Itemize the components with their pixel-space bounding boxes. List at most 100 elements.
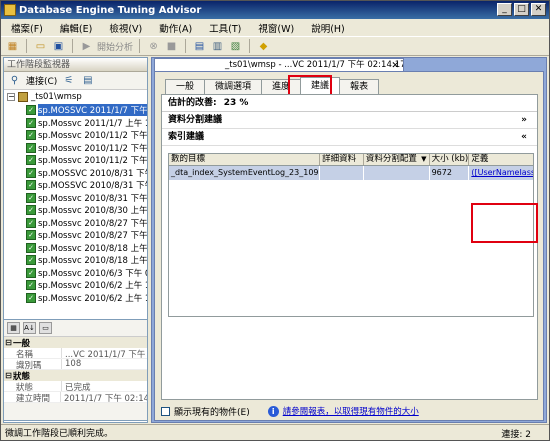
document-tab[interactable]: _ts01\wmsp - ...VC 2011/1/7 下午 02:14:17 …: [154, 58, 404, 71]
close-button[interactable]: ✕: [531, 3, 546, 16]
category-general[interactable]: ⊟ 一般: [4, 337, 147, 349]
window-title: Database Engine Tuning Advisor: [19, 4, 202, 16]
show-existing-checkbox[interactable]: [161, 406, 170, 416]
app-window: Database Engine Tuning Advisor _ □ ✕ 檔案(…: [0, 0, 550, 441]
tab-tuning-options[interactable]: 微調選項: [204, 79, 263, 94]
open-file-icon[interactable]: ▭: [33, 39, 48, 53]
property-row[interactable]: 建立時間 2011/1/7 下午 02:14: [4, 392, 147, 404]
property-row[interactable]: 狀態 已完成: [4, 381, 147, 393]
column-partition-scheme[interactable]: 資料分割配置 ▼: [364, 154, 430, 165]
property-pages-icon[interactable]: ▭: [39, 322, 52, 334]
collapse-icon[interactable]: ⊟: [4, 371, 13, 380]
column-size[interactable]: 大小 (kb): [430, 154, 470, 165]
collapse-icon[interactable]: −: [7, 93, 15, 101]
chevron-up-icon[interactable]: «: [521, 129, 527, 146]
toolbar-separator: [26, 39, 27, 53]
menu-window[interactable]: 視窗(W): [258, 21, 294, 35]
session-list: ✓ sp.MOSSVC 2011/1/7 下午 0 ✓ sp.Mossvc 2011…: [4, 104, 147, 304]
menu-action[interactable]: 動作(A): [159, 21, 192, 35]
connection-count: 連接: 2: [501, 430, 531, 440]
save-icon[interactable]: ▣: [51, 39, 66, 53]
session-item[interactable]: ✓sp.Mossvc 2010/8/31 下午 03:: [4, 192, 147, 205]
app-icon: [4, 4, 16, 16]
session-item[interactable]: ✓ sp.MOSSVC 2010/8/31 下午 (: [4, 167, 147, 180]
session-item[interactable]: ✓sp.Mossvc 2010/8/30 上午 03:: [4, 204, 147, 217]
cell-target: _dta_index_SystemEventLog_23_1098578934_…: [169, 166, 321, 180]
column-definition[interactable]: 定義: [469, 154, 533, 165]
connect-button[interactable]: 連接(C): [26, 74, 57, 87]
completed-check-icon: ✓: [26, 130, 36, 141]
server-label: _ts01\wmsp: [31, 92, 82, 102]
play-icon[interactable]: ▶: [79, 39, 94, 53]
session-item[interactable]: ✓sp.Mossvc 2010/11/2 下午 03:: [4, 154, 147, 167]
session-item[interactable]: ✓sp.Mossvc 2011/1/7 上午 11:4: [4, 117, 147, 130]
stop-icon[interactable]: ⊗: [146, 39, 161, 53]
show-existing-label: 顯示現有的物件(E): [174, 407, 250, 418]
session-item[interactable]: ✓sp.Mossvc 2010/11/2 下午 03:: [4, 129, 147, 142]
refresh-icon[interactable]: ▤: [80, 74, 95, 88]
category-status[interactable]: ⊟ 狀態: [4, 370, 147, 382]
session-item[interactable]: ✓ sp.MOSSVC 2011/1/7 下午 0: [4, 104, 147, 117]
table-row[interactable]: _dta_index_SystemEventLog_23_1098578934_…: [169, 166, 533, 180]
session-item[interactable]: ✓sp.Mossvc 2010/11/2 下午 03:: [4, 142, 147, 155]
completed-check-icon: ✓: [26, 230, 36, 241]
session-item[interactable]: ✓sp.Mossvc 2010/6/2 上午 11:3: [4, 292, 147, 305]
completed-check-icon: ✓: [26, 205, 36, 216]
monitor-icon[interactable]: ▤: [192, 39, 207, 53]
cell-details: [320, 166, 364, 180]
session-item[interactable]: ✓ sp.MOSSVC 2010/8/31 下午 (: [4, 179, 147, 192]
properties-icon[interactable]: ▥: [210, 39, 225, 53]
sort-down-icon: ▼: [421, 155, 427, 163]
session-item[interactable]: ✓sp.Mossvc 2010/8/27 下午 07:: [4, 229, 147, 242]
completed-check-icon: ✓: [26, 267, 36, 278]
maximize-button[interactable]: □: [514, 3, 529, 16]
partition-recommendations-header[interactable]: 資料分割建議 »: [162, 112, 537, 129]
properties-panel: ▦ A↓ ▭ ⊟ 一般 名稱 ...VC 2011/1/7 下午 識別碼 108 ⊟ 狀…: [3, 319, 148, 421]
session-item[interactable]: ✓sp.Mossvc 2010/8/27 下午 07:: [4, 217, 147, 230]
disconnect-icon[interactable]: ⚟: [61, 74, 76, 88]
categorized-icon[interactable]: ▦: [7, 322, 20, 334]
column-details[interactable]: 詳細資料: [320, 154, 364, 165]
tab-reports[interactable]: 報表: [339, 79, 380, 94]
property-row[interactable]: 名稱 ...VC 2011/1/7 下午: [4, 348, 147, 360]
connect-icon[interactable]: ⚲: [7, 74, 22, 88]
completed-check-icon: ✓: [26, 117, 36, 128]
minimize-button[interactable]: _: [497, 3, 512, 16]
options-icon[interactable]: ▧: [228, 39, 243, 53]
session-item[interactable]: ✓sp.Mossvc 2010/8/18 上午 11:: [4, 254, 147, 267]
start-analysis-button[interactable]: 開始分析: [97, 40, 133, 53]
info-icon: i: [267, 405, 279, 417]
column-target[interactable]: 數的目標: [169, 154, 321, 165]
completed-check-icon: ✓: [26, 192, 36, 203]
tab-general[interactable]: 一般: [165, 79, 206, 94]
menu-view[interactable]: 檢視(V): [109, 21, 142, 35]
collapse-icon[interactable]: ⊟: [4, 338, 13, 347]
toolbar-separator: [249, 39, 251, 53]
chevron-down-icon[interactable]: »: [521, 112, 527, 129]
help-icon[interactable]: ◆: [256, 39, 271, 53]
tab-strip: 一般 微調選項 進度 建議 報表: [165, 77, 380, 94]
menu-help[interactable]: 說明(H): [311, 21, 345, 35]
menu-tools[interactable]: 工具(T): [209, 21, 241, 35]
status-text: 微調工作階段已順利完成。: [5, 429, 114, 439]
tree-root[interactable]: − _ts01\wmsp: [4, 90, 147, 104]
index-recommendations-header[interactable]: 索引建議 «: [162, 129, 537, 146]
new-session-icon[interactable]: ▦: [5, 39, 20, 53]
session-item[interactable]: ✓sp.Mossvc 2010/6/2 上午 11:5: [4, 279, 147, 292]
status-bar: 微調工作階段已順利完成。 連接: 2: [1, 424, 549, 440]
report-link[interactable]: 請參閱報表，以取得現有物件的大小: [283, 405, 419, 417]
session-item[interactable]: ✓sp.Mossvc 2010/8/18 上午 11:: [4, 242, 147, 255]
cell-size: 9672: [430, 166, 470, 180]
completed-check-icon: ✓: [26, 280, 36, 291]
stop-disabled-icon[interactable]: ■: [164, 39, 179, 53]
property-row[interactable]: 識別碼 108: [4, 359, 147, 371]
session-item[interactable]: ✓sp.Mossvc 2010/6/3 下午 05:4: [4, 267, 147, 280]
menu-file[interactable]: 檔案(F): [11, 21, 43, 35]
estimated-improvement: 估計的改善: 23 %: [162, 95, 537, 112]
completed-check-icon: ✓: [26, 155, 36, 166]
document-area: _ts01\wmsp - ...VC 2011/1/7 下午 02:14:17 …: [151, 57, 547, 423]
definition-link[interactable]: ([UserNameIass]): [469, 166, 533, 180]
alphabetical-icon[interactable]: A↓: [23, 322, 36, 334]
close-icon[interactable]: ✕: [391, 60, 399, 71]
menu-edit[interactable]: 編輯(E): [60, 21, 92, 35]
